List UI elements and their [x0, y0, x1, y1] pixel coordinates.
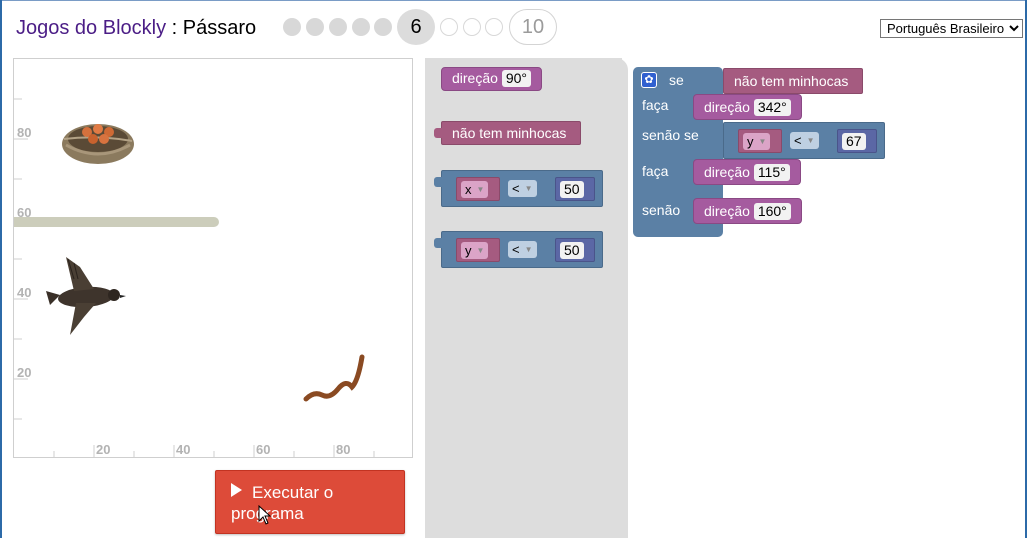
toolbox-heading-block[interactable]: direção 90° [441, 67, 542, 91]
no-worm-output-tab [434, 128, 442, 138]
run-program-button[interactable]: Executar o programa [215, 470, 405, 534]
window-left-border [0, 0, 2, 538]
mouse-cursor-icon [258, 505, 272, 525]
toolbox-no-worm-block[interactable]: não tem minhocas [441, 121, 581, 145]
x-tick-60: 60 [256, 442, 271, 457]
last-level-badge[interactable]: 10 [509, 9, 557, 45]
do2-heading-block[interactable]: direção 115° [693, 159, 801, 185]
level-4-dot[interactable] [352, 18, 370, 36]
do3-heading-label: direção [704, 203, 750, 219]
elseif-number-block[interactable]: 67 [837, 129, 877, 153]
worm-icon [303, 354, 365, 402]
y-tick-20: 20 [17, 365, 32, 380]
window-top-border [0, 0, 1027, 1]
y-number-field[interactable]: 50 [560, 242, 584, 259]
elseif-y-dropdown[interactable]: y ▼ [743, 133, 771, 150]
elseif-label: senão se [642, 127, 699, 143]
do1-heading-field[interactable]: 342° [753, 99, 791, 116]
do-label-2: faça [642, 163, 669, 179]
heading-value-field[interactable]: 90° [501, 70, 531, 87]
game-name: Pássaro [182, 17, 257, 39]
do1-heading-label: direção [704, 99, 750, 115]
level-1-dot[interactable] [283, 18, 301, 36]
level-7-dot[interactable] [440, 18, 458, 36]
do3-heading-block[interactable]: direção 160° [693, 198, 802, 224]
nest-icon [62, 124, 134, 164]
do1-heading-block[interactable]: direção 342° [693, 94, 802, 120]
current-level-badge[interactable]: 6 [397, 9, 435, 45]
x-variable-block[interactable]: x ▼ [456, 177, 500, 201]
x-number-field[interactable]: 50 [560, 181, 584, 198]
mutator-gear-icon[interactable]: ✿ [641, 72, 657, 88]
toolbox-x-compare-block[interactable]: x ▼ < ▼ 50 [441, 170, 603, 207]
language-select[interactable]: Português Brasileiro [880, 19, 1023, 38]
level-9-dot[interactable] [485, 18, 503, 36]
elseif-number-field[interactable]: 67 [842, 133, 866, 150]
level-2-dot[interactable] [306, 18, 324, 36]
map-canvas [14, 98, 375, 457]
bird-icon [46, 257, 126, 335]
if-condition-label: não tem minhocas [734, 73, 849, 89]
y-variable-block[interactable]: y ▼ [456, 238, 500, 262]
run-button-label-1: Executar o [252, 483, 334, 502]
heading-label: direção [452, 70, 498, 86]
do2-heading-label: direção [704, 164, 750, 180]
x-tick-20: 20 [96, 442, 111, 457]
play-icon [231, 483, 242, 497]
do3-heading-field[interactable]: 160° [753, 203, 791, 220]
do-label-1: faça [642, 97, 669, 113]
y-tick-60: 60 [17, 205, 32, 220]
page-title: Jogos do Blockly : Pássaro [16, 17, 256, 40]
level-8-dot[interactable] [463, 18, 481, 36]
x-tick-40: 40 [176, 442, 191, 457]
y-number-block[interactable]: 50 [555, 238, 595, 262]
x-number-block[interactable]: 50 [555, 177, 595, 201]
y-operator-dropdown[interactable]: < ▼ [508, 241, 537, 258]
elseif-condition-block[interactable]: y ▼ < ▼ 67 [723, 122, 885, 159]
no-worm-label: não tem minhocas [452, 125, 567, 141]
y-variable-dropdown[interactable]: y ▼ [461, 242, 489, 259]
run-button-label-2: programa [231, 504, 390, 524]
x-tick-80: 80 [336, 442, 351, 457]
title-separator: : [166, 17, 183, 39]
level-3-dot[interactable] [329, 18, 347, 36]
if-condition-block[interactable]: não tem minhocas [723, 68, 863, 94]
game-map: 80 60 40 20 20 40 60 80 [13, 58, 413, 458]
flyout-edge [612, 58, 628, 538]
elseif-y-variable-block[interactable]: y ▼ [738, 129, 782, 153]
elseif-operator-dropdown[interactable]: < ▼ [790, 132, 819, 149]
x-variable-dropdown[interactable]: x ▼ [461, 181, 489, 198]
y-tick-40: 40 [17, 285, 32, 300]
if-label: se [669, 72, 684, 88]
else-label: senão [642, 202, 681, 218]
y-compare-output-tab [434, 238, 442, 248]
do2-heading-field[interactable]: 115° [753, 164, 790, 181]
y-tick-80: 80 [17, 125, 32, 140]
x-operator-dropdown[interactable]: < ▼ [508, 180, 537, 197]
x-compare-output-tab [434, 177, 442, 187]
app-name-link[interactable]: Jogos do Blockly [16, 17, 166, 39]
level-5-dot[interactable] [374, 18, 392, 36]
toolbox-y-compare-block[interactable]: y ▼ < ▼ 50 [441, 231, 603, 268]
